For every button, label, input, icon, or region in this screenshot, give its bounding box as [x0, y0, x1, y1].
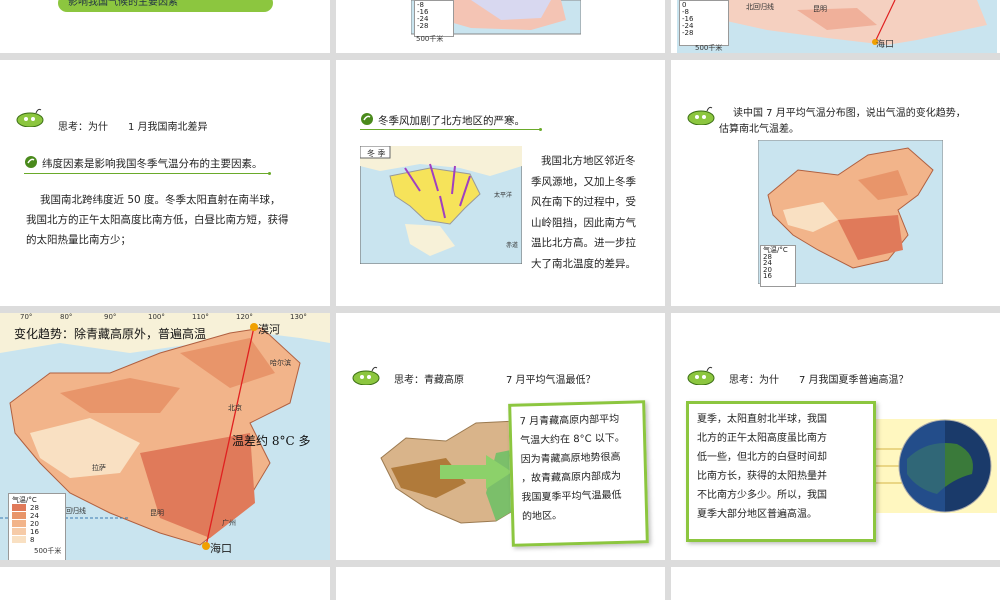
tick-6: 130°: [290, 313, 307, 321]
think-text-2: 1 月我国南北差异: [128, 122, 208, 133]
legend-val-3: -28: [417, 22, 429, 30]
label-lhasa: 拉萨: [92, 464, 106, 472]
box-line-5: 夏季大部分地区普遍高温。: [697, 509, 817, 520]
slide-2: 0 -8 -16 -24 -28 500千米 昆明 北回归线 海口: [671, 0, 1000, 53]
trend-text: 变化趋势：除青藏高原外，普遍高温: [14, 327, 207, 341]
city-haikou: 海口: [876, 40, 895, 50]
scale-label: 500千米: [34, 547, 62, 555]
body-line-2: 风在南下的过程中，受: [531, 196, 636, 208]
legend-val-3: 16: [30, 528, 39, 536]
body: 我国南北跨纬度近 50 度。冬季太阳直射在南半球， 我国北方的正午太阳高度比南方…: [26, 190, 321, 250]
bug-icon: [687, 106, 715, 125]
heading-underline: [360, 129, 540, 130]
slide-3: 思考：为什 1 月我国南北差异 纬度因素是影响我国冬季气温分布的主要因素。 我国…: [0, 60, 330, 306]
tag-tropic: 北回归线: [746, 3, 774, 11]
bug-icon: [352, 366, 380, 385]
slide-9: [0, 567, 330, 600]
legend: 0 -8 -16 -24 -28: [679, 0, 729, 46]
south-city: 海口: [210, 542, 232, 555]
think-text-2: 7 月我国夏季普遍高温？: [799, 375, 909, 386]
tick-2: 90°: [104, 313, 117, 321]
label-guangzhou: 广州: [222, 519, 236, 527]
box-line-5: 的地区。: [521, 510, 563, 523]
box-line-4: 不比南方少多少。所以，我国: [697, 490, 827, 501]
body-line-1: 季风源地，又加上冬季: [531, 175, 636, 188]
city-kunming: 昆明: [813, 5, 827, 13]
tick-1: 80°: [60, 313, 73, 321]
box-line-1: 北方的正午太阳高度虽比南方: [697, 433, 827, 444]
map-tag-equator: 赤道: [506, 242, 519, 249]
answer-box: 7 月青藏高原内部平均 气温大约在 8°C 以下。 因为青藏高原地势很高 ，故青…: [508, 400, 649, 547]
body-line-3: 山岭阻挡，因此南方气: [531, 216, 636, 229]
body-line-1: 我国北方的正午太阳高度比南方低，白昼比南方短，获得: [26, 214, 289, 226]
body-line-5: 大了南北温度的差异。: [531, 257, 636, 270]
legend-val-4: 8: [30, 536, 35, 544]
diff-text: 温差约 8°C 多: [232, 434, 311, 448]
scale-label: 500千米: [416, 35, 444, 43]
box-line-0: 夏季，太阳直射北半球，我国: [697, 414, 827, 425]
bug-icon: [687, 366, 715, 385]
north-city: 漠河: [258, 323, 280, 336]
heading-underline: [24, 173, 269, 174]
underline-dot: [539, 128, 542, 131]
legend: 气温/°C 28 24 20 16: [760, 245, 796, 287]
box-line-2: 低一些，但北方的白昼时间却: [697, 452, 827, 463]
heading: 冬季风加剧了北方地区的严寒。: [378, 115, 525, 127]
slide-4: 冬季风加剧了北方地区的严寒。 冬 季 太平洋 赤道 我国北方地区邻近冬 季风源地…: [336, 60, 665, 306]
label-harbin: 哈尔滨: [270, 359, 291, 367]
body-line-1: 估算南北气温差。: [719, 124, 799, 135]
tick-3: 100°: [148, 313, 165, 321]
legend-val-0: 28: [30, 504, 39, 512]
banner: 影响我国气候的主要因素: [58, 0, 273, 12]
answer-box: 夏季，太阳直射北半球，我国 北方的正午太阳高度虽比南方 低一些，但北方的白昼时间…: [686, 401, 876, 542]
slide-0: 影响我国气候的主要因素: [0, 0, 330, 53]
legend-title: 气温/°C: [12, 496, 37, 504]
body: 读中国 7 月平均气温分布图，说出气温的变化趋势， 估算南北气温差。: [719, 106, 997, 138]
tick-4: 110°: [192, 313, 209, 321]
slide-7: 思考：青藏高原 7 月平均气温最低？ 7 月青藏高原内部平均 气温大约在 8°C…: [336, 313, 665, 560]
label-kunming: 昆明: [150, 509, 164, 517]
label-beijing: 北京: [228, 404, 242, 412]
slide-11: [671, 567, 1000, 600]
legend-val-1: 24: [30, 512, 39, 520]
tick-5: 120°: [236, 313, 253, 321]
slide-1: -8 -16 -24 -28 500千米: [336, 0, 665, 53]
legend-val-2: 20: [30, 520, 39, 528]
leaf-icon: [25, 156, 37, 168]
winter-monsoon-map: [360, 146, 522, 264]
banner-text: 影响我国气候的主要因素: [68, 0, 178, 8]
map-title: 冬 季: [367, 149, 386, 158]
legend-val-4: -28: [682, 29, 694, 37]
body-line-2: 的太阳热量比南方少；: [26, 234, 131, 246]
body-line-4: 温比北方高。进一步拉: [531, 237, 636, 249]
slide-5: 读中国 7 月平均气温分布图，说出气温的变化趋势， 估算南北气温差。 气温/°C…: [671, 60, 1000, 306]
body-line-0: 我国南北跨纬度近 50 度。冬季太阳直射在南半球，: [40, 194, 281, 206]
legend: -8 -16 -24 -28: [414, 0, 454, 37]
think-text: 思考：为什: [729, 375, 779, 386]
box-line-4: 我国夏季平均气温最低: [521, 489, 622, 504]
underline-dot: [268, 172, 271, 175]
heading: 纬度因素是影响我国冬季气温分布的主要因素。: [42, 158, 263, 170]
think-text: 思考：为什: [58, 122, 108, 133]
slide-6: 70° 80° 90° 100° 110° 120° 130° 变化趋势：除青藏…: [0, 313, 330, 560]
think-text-2: 7 月平均气温最低？: [506, 375, 596, 386]
tick-0: 70°: [20, 313, 33, 321]
slide-10: [336, 567, 665, 600]
body: 我国北方地区邻近冬 季风源地，又加上冬季 风在南下的过程中，受 山岭阻挡，因此南…: [531, 151, 659, 274]
scale-label: 500千米: [695, 44, 723, 52]
box-line-3: 比南方长，获得的太阳热量并: [697, 471, 827, 482]
leaf-icon: [361, 113, 373, 125]
legend-val-3: 16: [763, 272, 772, 280]
body-line-0: 我国北方地区邻近冬: [541, 155, 636, 167]
map-tag-pacific: 太平洋: [494, 192, 513, 199]
bug-icon: [16, 108, 44, 127]
think-text: 思考：青藏高原: [394, 375, 464, 386]
slide-8: 思考：为什 7 月我国夏季普遍高温？ 夏季，太阳直射北半球，我国 北方的正午太阳…: [671, 313, 1000, 560]
arrow-icon: [440, 455, 512, 489]
body-line-0: 读中国 7 月平均气温分布图，说出气温的变化趋势，: [733, 108, 966, 119]
